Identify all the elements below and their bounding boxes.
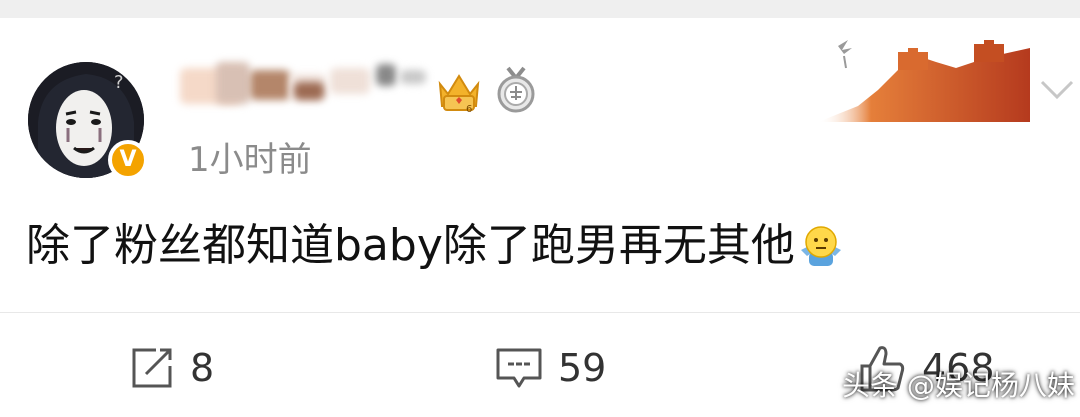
repost-count: 8 xyxy=(190,346,215,390)
top-strip xyxy=(0,0,1080,18)
post-text: 除了粉丝都知道baby除了跑男再无其他 xyxy=(26,214,845,276)
username-blurred[interactable] xyxy=(180,58,428,116)
chevron-down-icon[interactable] xyxy=(1034,72,1080,108)
post-body: 除了粉丝都知道baby除了跑男再无其他 xyxy=(26,220,795,271)
great-wall-decoration xyxy=(818,26,1030,126)
shrug-emoji-icon xyxy=(797,222,845,270)
vip-crown-icon: 6 xyxy=(436,70,482,116)
verified-badge: V xyxy=(108,140,148,180)
divider xyxy=(0,312,1080,313)
verified-badge-label: V xyxy=(119,147,137,172)
repost-button[interactable]: 8 xyxy=(128,340,214,396)
watermark: 头条 @娱记杨八妹 xyxy=(842,369,1075,402)
post-timestamp: 1小时前 xyxy=(188,140,312,180)
comment-icon xyxy=(496,348,542,388)
svg-text:6: 6 xyxy=(466,104,472,115)
repost-icon xyxy=(132,348,172,388)
medal-icon xyxy=(494,66,538,114)
comment-button[interactable]: 59 xyxy=(494,340,606,396)
comment-count: 59 xyxy=(558,346,607,390)
svg-text:?: ? xyxy=(114,72,124,93)
